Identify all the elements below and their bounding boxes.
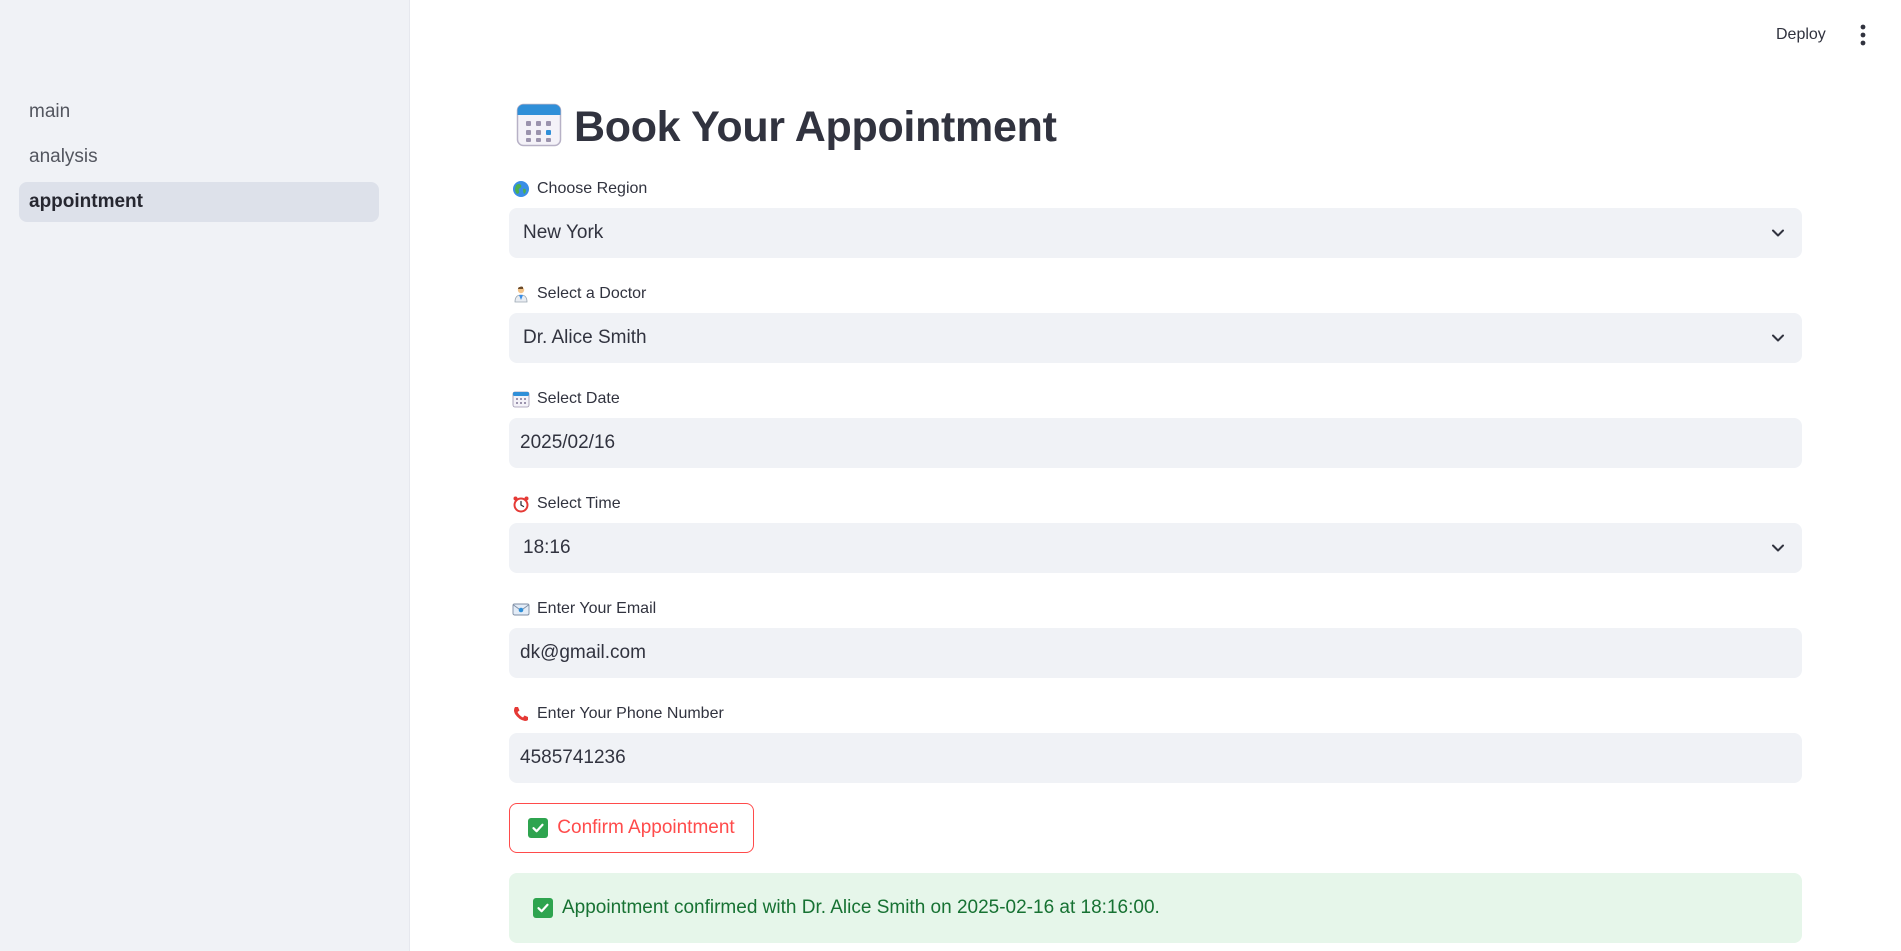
doctor-label-text: Select a Doctor bbox=[537, 285, 647, 302]
doctor-icon bbox=[511, 284, 531, 304]
email-icon bbox=[511, 599, 531, 619]
time-label-text: Select Time bbox=[537, 495, 621, 512]
region-select-value: New York bbox=[523, 222, 604, 243]
sidebar-nav: main analysis appointment bbox=[19, 92, 379, 227]
page-header: Book Your Appointment bbox=[516, 98, 1057, 156]
confirm-appointment-button[interactable]: Confirm Appointment bbox=[509, 803, 754, 853]
region-select[interactable]: New York bbox=[509, 208, 1802, 258]
region-label-text: Choose Region bbox=[537, 180, 648, 197]
success-message: Appointment confirmed with Dr. Alice Smi… bbox=[562, 897, 1160, 918]
sidebar-item-analysis[interactable]: analysis bbox=[19, 137, 379, 177]
chevron-down-icon bbox=[1772, 544, 1784, 552]
more-vert-icon[interactable] bbox=[1853, 22, 1873, 48]
time-select[interactable]: 18:16 bbox=[509, 523, 1802, 573]
sidebar: main analysis appointment bbox=[0, 0, 410, 951]
region-label: Choose Region bbox=[511, 178, 647, 200]
page-title: Book Your Appointment bbox=[574, 102, 1057, 151]
check-icon bbox=[528, 818, 549, 838]
date-label-text: Select Date bbox=[537, 390, 620, 407]
date-input-value: 2025/02/16 bbox=[520, 432, 616, 453]
date-label: Select Date bbox=[511, 388, 620, 410]
sidebar-item-main[interactable]: main bbox=[19, 92, 379, 132]
phone-label-text: Enter Your Phone Number bbox=[537, 705, 724, 722]
calendar-small-icon bbox=[511, 389, 531, 409]
doctor-select[interactable]: Dr. Alice Smith bbox=[509, 313, 1802, 363]
doctor-label: Select a Doctor bbox=[511, 283, 646, 305]
phone-label: Enter Your Phone Number bbox=[511, 703, 724, 725]
email-label: Enter Your Email bbox=[511, 598, 656, 620]
phone-input-value: 4585741236 bbox=[520, 747, 626, 768]
sidebar-item-appointment[interactable]: appointment bbox=[19, 182, 379, 222]
doctor-select-value: Dr. Alice Smith bbox=[523, 327, 647, 348]
deploy-button[interactable]: Deploy bbox=[1760, 21, 1842, 49]
confirm-appointment-label: Confirm Appointment bbox=[557, 817, 735, 838]
email-label-text: Enter Your Email bbox=[537, 600, 657, 617]
email-input[interactable]: dk@gmail.com bbox=[509, 628, 1802, 678]
chevron-down-icon bbox=[1772, 334, 1784, 342]
email-input-value: dk@gmail.com bbox=[520, 642, 646, 663]
phone-icon bbox=[511, 704, 531, 724]
check-icon bbox=[533, 898, 553, 918]
alarm-clock-icon bbox=[511, 494, 531, 514]
time-select-value: 18:16 bbox=[523, 537, 571, 558]
time-label: Select Time bbox=[511, 493, 621, 515]
chevron-down-icon bbox=[1772, 229, 1784, 237]
phone-input[interactable]: 4585741236 bbox=[509, 733, 1802, 783]
calendar-icon bbox=[516, 102, 562, 153]
success-alert: Appointment confirmed with Dr. Alice Smi… bbox=[509, 873, 1802, 943]
date-input[interactable]: 2025/02/16 bbox=[509, 418, 1802, 468]
globe-icon bbox=[511, 179, 531, 199]
